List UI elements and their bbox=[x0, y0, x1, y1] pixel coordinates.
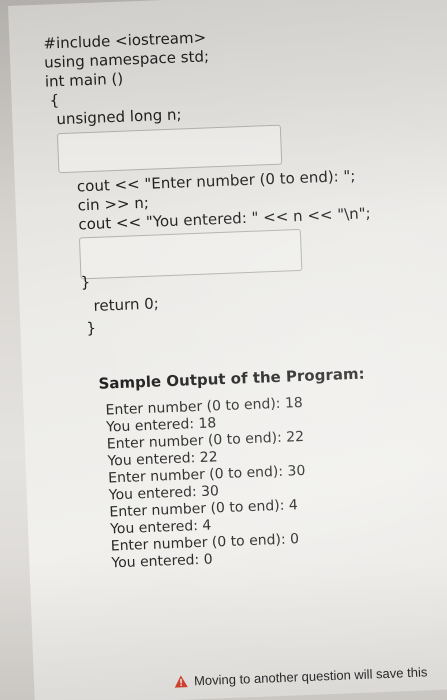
photo-background: #include <iostream> using namespace std;… bbox=[0, 0, 447, 700]
code-line-main: int main () bbox=[44, 69, 124, 91]
code-line-close-brace: } bbox=[86, 318, 97, 338]
warning-icon bbox=[174, 675, 188, 688]
code-line-open-brace: { bbox=[49, 91, 60, 110]
code-line-cin: cin >> n; bbox=[77, 193, 150, 215]
code-line-inner-close-brace: } bbox=[80, 273, 91, 292]
answer-input-2[interactable] bbox=[78, 228, 303, 280]
save-notice: Moving to another question will save thi… bbox=[174, 664, 428, 689]
sample-output-line: You entered: 0 bbox=[111, 551, 213, 572]
save-notice-text: Moving to another question will save thi… bbox=[193, 664, 428, 689]
code-line-return: return 0; bbox=[93, 294, 160, 315]
sample-output-block: Enter number (0 to end): 18 You entered:… bbox=[8, 0, 447, 571]
question-page: #include <iostream> using namespace std;… bbox=[8, 0, 447, 700]
sample-output-heading: Sample Output of the Program: bbox=[98, 364, 365, 393]
code-line-cout-prompt: cout << "Enter number (0 to end): "; bbox=[76, 166, 356, 196]
code-line-declaration: unsigned long n; bbox=[56, 105, 182, 129]
answer-input-1[interactable] bbox=[56, 124, 283, 174]
